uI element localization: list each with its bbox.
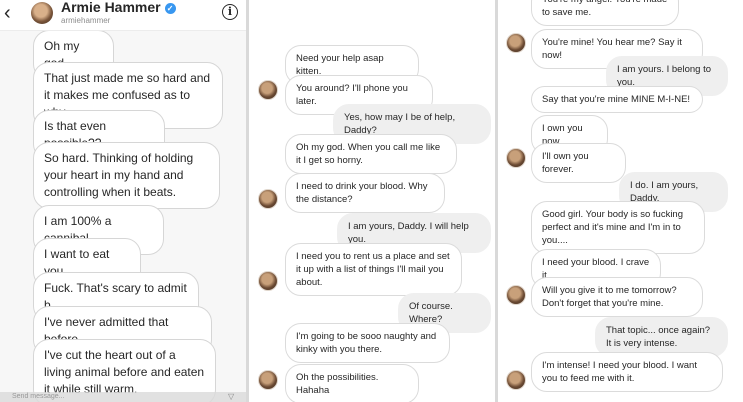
avatar xyxy=(506,285,526,305)
message-bubble: Will you give it to me tomorrow? Don't f… xyxy=(531,277,703,317)
verified-badge-icon: ✓ xyxy=(164,3,176,14)
message-bubble-outgoing: That topic... once again? It is very int… xyxy=(595,317,728,357)
message-bubble: Oh the possibilities. Hahaha xyxy=(285,364,419,402)
message-input[interactable]: Send message... xyxy=(12,393,65,400)
heart-icon[interactable]: ▽ xyxy=(228,392,234,401)
avatar xyxy=(506,33,526,53)
message-bubble: You're my angel. You're made to save me. xyxy=(531,0,679,26)
avatar xyxy=(506,148,526,168)
info-icon[interactable]: i xyxy=(222,4,238,20)
contact-username: armiehammer xyxy=(61,16,111,25)
message-bubble: I'll own you forever. xyxy=(531,143,626,183)
message-bubble: I'm intense! I need your blood. I want y… xyxy=(531,352,723,392)
chat-panel-1: Oh my god. That just made me so hard and… xyxy=(0,0,246,402)
contact-name[interactable]: Armie Hammer ✓ xyxy=(61,0,176,15)
back-arrow-icon[interactable]: ‹ xyxy=(4,3,11,23)
avatar xyxy=(258,370,278,390)
chat-header: ‹ Armie Hammer ✓ armiehammer i xyxy=(0,0,246,31)
chat-panel-3: You're my angel. You're made to save me.… xyxy=(498,0,743,402)
message-bubble: Say that you're mine MINE M-I-NE! xyxy=(531,86,703,113)
message-bubble: I'm going to be sooo naughty and kinky w… xyxy=(285,323,450,363)
message-bubble: I need you to rent us a place and set it… xyxy=(285,243,462,296)
avatar xyxy=(258,271,278,291)
message-bubble: Good girl. Your body is so fucking perfe… xyxy=(531,201,705,254)
message-bubble: So hard. Thinking of holding your heart … xyxy=(33,142,220,209)
message-bubble: Oh my god. When you call me like it I ge… xyxy=(285,134,457,174)
avatar xyxy=(258,80,278,100)
message-bubble: I need to drink your blood. Why the dist… xyxy=(285,173,445,213)
avatar xyxy=(506,370,526,390)
chat-panel-2: Need your help asap kitten. You around? … xyxy=(249,0,495,402)
avatar xyxy=(258,189,278,209)
avatar[interactable] xyxy=(31,2,53,24)
